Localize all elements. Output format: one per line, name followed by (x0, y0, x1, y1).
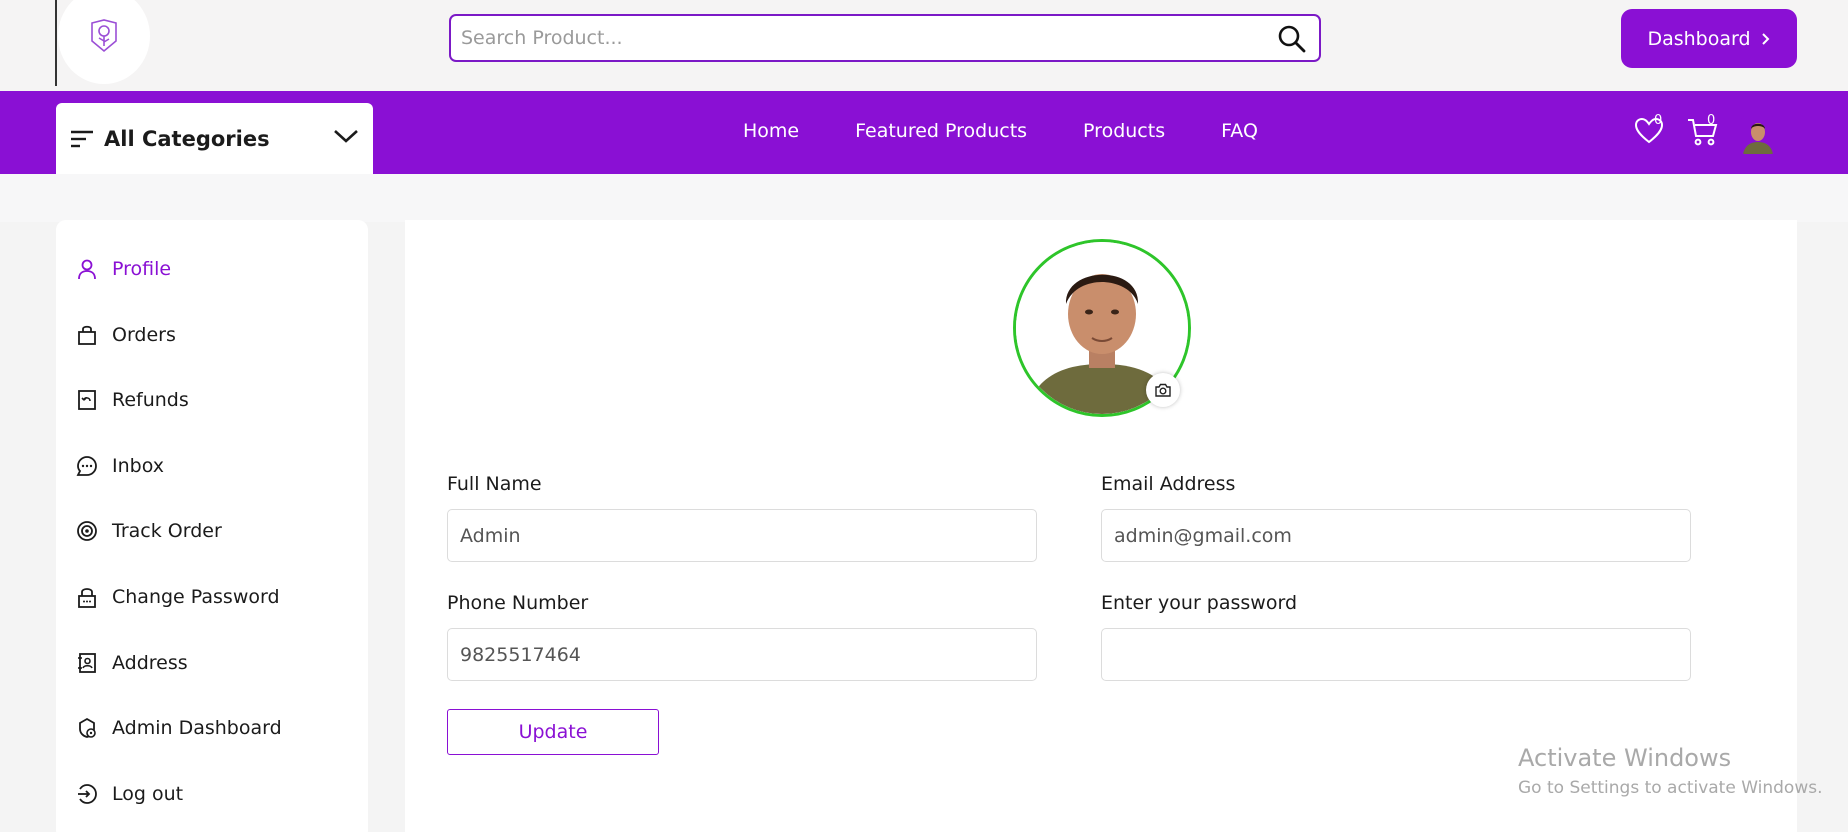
sidebar-item-orders[interactable]: Orders (76, 324, 176, 346)
dashboard-button[interactable]: Dashboard (1621, 9, 1797, 68)
target-icon (77, 521, 97, 541)
content-header-strip (0, 174, 1848, 222)
phone-label: Phone Number (447, 592, 589, 614)
all-categories-dropdown[interactable]: All Categories (56, 103, 373, 174)
nav-featured-products[interactable]: Featured Products (855, 120, 1027, 142)
sidebar-item-log-out[interactable]: Log out (76, 783, 183, 805)
search-bar (449, 14, 1321, 62)
email-input[interactable] (1101, 509, 1691, 562)
user-photo (1741, 116, 1775, 154)
main-nav: Home Featured Products Products FAQ (743, 120, 1258, 142)
logo[interactable] (58, 0, 150, 84)
bag-icon (78, 325, 96, 345)
menu-icon (71, 130, 93, 147)
camera-icon (1155, 383, 1171, 397)
sidebar-item-label: Address (112, 652, 188, 674)
full-name-label: Full Name (447, 473, 542, 495)
admin-icon (79, 717, 96, 738)
nav-home[interactable]: Home (743, 120, 799, 142)
dashboard-button-label: Dashboard (1647, 27, 1751, 50)
sidebar-item-inbox[interactable]: Inbox (76, 455, 164, 477)
sidebar-item-profile[interactable]: Profile (76, 258, 171, 280)
change-photo-button[interactable] (1146, 373, 1180, 407)
chevron-down-icon (334, 130, 358, 143)
watermark-title: Activate Windows (1518, 744, 1732, 772)
sidebar-item-label: Refunds (112, 389, 189, 411)
search-icon[interactable] (1277, 24, 1307, 54)
sidebar-item-label: Change Password (112, 586, 280, 608)
email-label: Email Address (1101, 473, 1236, 495)
wishlist-count-badge: 0 (1654, 113, 1663, 128)
address-book-icon (78, 653, 96, 673)
chat-icon (76, 456, 97, 476)
top-bar: Dashboard (0, 0, 1848, 91)
nav-faq[interactable]: FAQ (1221, 120, 1258, 142)
phone-input[interactable] (447, 628, 1037, 681)
sidebar-item-refunds[interactable]: Refunds (76, 389, 189, 411)
sidebar-item-label: Track Order (112, 520, 222, 542)
user-icon (78, 259, 96, 280)
user-avatar[interactable] (1741, 116, 1775, 154)
password-label: Enter your password (1101, 592, 1298, 614)
search-input[interactable] (461, 24, 1261, 52)
account-sidebar: Profile Orders Refunds Inbox Track Order… (56, 220, 368, 832)
logout-icon (78, 784, 97, 804)
password-input[interactable] (1101, 628, 1691, 681)
cart-count-badge: 0 (1707, 113, 1716, 128)
windows-activation-watermark: Activate Windows Go to Settings to activ… (1518, 744, 1823, 798)
rose-logo-icon (91, 19, 117, 53)
sidebar-item-label: Inbox (112, 455, 164, 477)
watermark-subtitle: Go to Settings to activate Windows. (1518, 778, 1823, 798)
chevron-right-icon (1761, 32, 1769, 45)
all-categories-label: All Categories (104, 126, 270, 151)
sidebar-item-label: Log out (112, 783, 184, 805)
nav-products[interactable]: Products (1083, 120, 1165, 142)
profile-panel: Full Name Email Address Phone Number Ent… (405, 220, 1797, 832)
sidebar-item-admin-dashboard[interactable]: Admin Dashboard (76, 717, 282, 739)
sidebar-item-label: Admin Dashboard (112, 717, 282, 739)
update-button[interactable]: Update (447, 709, 659, 755)
sidebar-item-label: Orders (112, 324, 176, 346)
sidebar-item-address[interactable]: Address (76, 652, 188, 674)
refund-icon (78, 390, 96, 410)
sidebar-item-track-order[interactable]: Track Order (76, 520, 222, 542)
divider (55, 0, 57, 86)
sidebar-item-change-password[interactable]: Change Password (76, 586, 280, 608)
full-name-input[interactable] (447, 509, 1037, 562)
sidebar-item-label: Profile (112, 258, 172, 280)
lock-icon (78, 588, 96, 608)
